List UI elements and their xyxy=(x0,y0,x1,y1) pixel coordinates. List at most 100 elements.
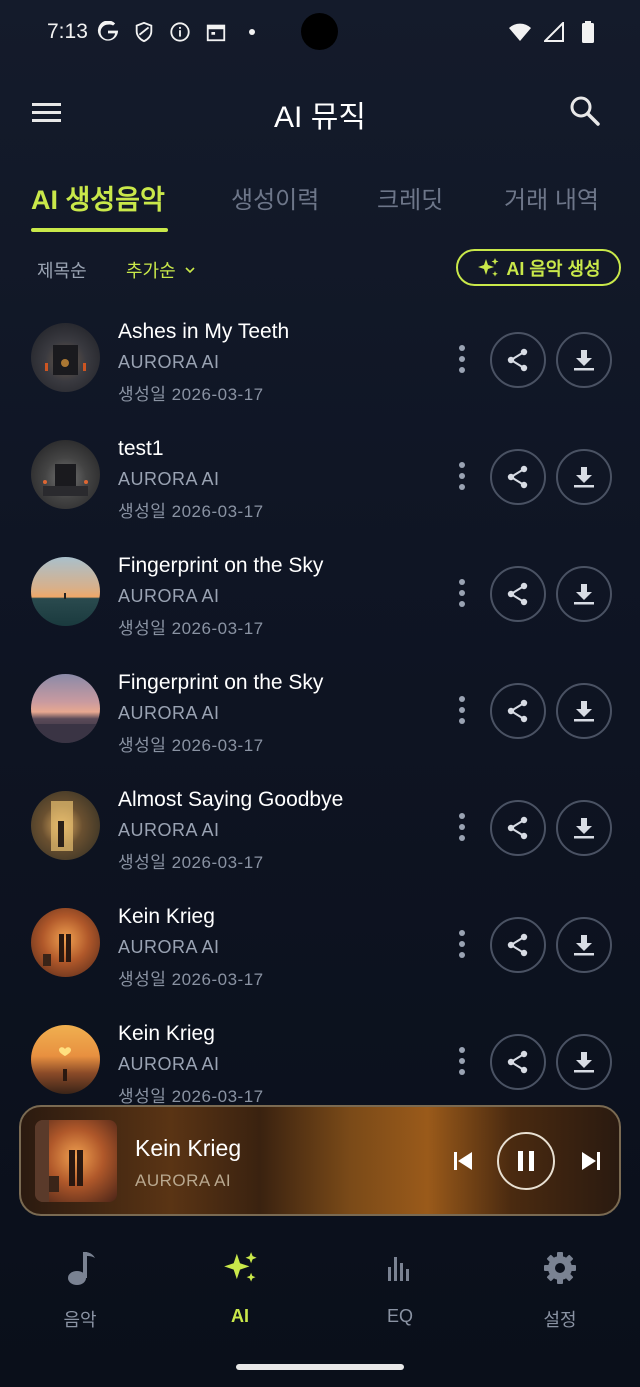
info-icon xyxy=(168,20,192,44)
share-button[interactable] xyxy=(490,683,546,739)
nav-eq-label: EQ xyxy=(386,1306,413,1326)
album-art xyxy=(31,1025,100,1094)
track-date: 생성일 2026-03-17 xyxy=(118,385,264,404)
gear-icon xyxy=(500,1246,620,1290)
sparkle-icon xyxy=(180,1246,300,1290)
skip-next-icon[interactable] xyxy=(577,1147,605,1175)
more-options-icon[interactable] xyxy=(452,345,472,373)
download-button[interactable] xyxy=(556,332,612,388)
share-button[interactable] xyxy=(490,332,546,388)
sort-by-added[interactable]: 추가순 xyxy=(126,257,196,283)
track-artist: AURORA AI xyxy=(118,586,220,606)
list-item[interactable]: Fingerprint on the Sky AURORA AI 생성일 202… xyxy=(0,652,640,769)
download-button[interactable] xyxy=(556,917,612,973)
share-icon xyxy=(507,582,528,606)
share-icon xyxy=(507,1050,528,1074)
tab-credits[interactable]: 크레딧 xyxy=(377,180,443,215)
equalizer-icon xyxy=(340,1246,460,1290)
more-options-icon[interactable] xyxy=(452,813,472,841)
status-icons-right xyxy=(508,20,600,44)
track-artist: AURORA AI xyxy=(118,820,220,840)
generate-button-label: AI 음악 생성 xyxy=(506,258,601,279)
download-button[interactable] xyxy=(556,800,612,856)
app-bar: AI 뮤직 xyxy=(0,80,640,144)
nav-ai[interactable]: AI xyxy=(180,1246,300,1327)
dot-icon xyxy=(240,20,264,44)
status-time: 7:13 xyxy=(47,20,88,43)
download-icon xyxy=(574,350,594,371)
track-date: 생성일 2026-03-17 xyxy=(118,736,264,755)
tab-generation-history[interactable]: 생성이력 xyxy=(231,180,319,215)
tab-transaction-history[interactable]: 거래 내역 xyxy=(504,180,599,215)
track-title: Kein Krieg xyxy=(118,905,215,928)
download-button[interactable] xyxy=(556,566,612,622)
track-title: Ashes in My Teeth xyxy=(118,320,290,343)
list-item[interactable]: Kein Krieg AURORA AI 생성일 2026-03-17 xyxy=(0,1003,640,1120)
track-artist: AURORA AI xyxy=(118,352,220,372)
track-title: Fingerprint on the Sky xyxy=(118,554,324,577)
sort-by-title[interactable]: 제목순 xyxy=(37,257,87,283)
track-title: Almost Saying Goodbye xyxy=(118,788,344,811)
track-date: 생성일 2026-03-17 xyxy=(118,853,264,872)
list-item[interactable]: Almost Saying Goodbye AURORA AI 생성일 2026… xyxy=(0,769,640,886)
list-item[interactable]: test1 AURORA AI 생성일 2026-03-17 xyxy=(0,418,640,535)
search-icon[interactable] xyxy=(568,94,602,128)
track-artist: AURORA AI xyxy=(118,1054,220,1074)
skip-previous-icon[interactable] xyxy=(449,1147,477,1175)
track-artist: AURORA AI xyxy=(118,469,220,489)
player-track-title: Kein Krieg xyxy=(135,1135,242,1161)
track-date: 생성일 2026-03-17 xyxy=(118,502,264,521)
active-tab-indicator xyxy=(31,228,168,232)
status-bar: 7:13 xyxy=(0,0,640,64)
list-item[interactable]: Ashes in My Teeth AURORA AI 생성일 2026-03-… xyxy=(0,301,640,418)
tab-ai-generated-music[interactable]: AI 생성음악 xyxy=(31,178,165,217)
bottom-navigation: 음악 AI EQ 설정 xyxy=(0,1240,640,1340)
status-icons-left xyxy=(96,20,264,44)
more-options-icon[interactable] xyxy=(452,579,472,607)
download-button[interactable] xyxy=(556,683,612,739)
share-button[interactable] xyxy=(490,1034,546,1090)
download-icon xyxy=(574,1052,594,1073)
more-options-icon[interactable] xyxy=(452,696,472,724)
battery-icon xyxy=(576,20,600,44)
pause-button[interactable] xyxy=(497,1132,555,1190)
download-icon xyxy=(574,467,594,488)
ai-music-generate-button[interactable]: AI 음악 생성 xyxy=(456,249,621,286)
nav-settings[interactable]: 설정 xyxy=(500,1246,620,1332)
more-options-icon[interactable] xyxy=(452,462,472,490)
nav-music[interactable]: 음악 xyxy=(20,1246,140,1332)
nav-eq[interactable]: EQ xyxy=(340,1246,460,1327)
share-icon xyxy=(507,465,528,489)
more-options-icon[interactable] xyxy=(452,930,472,958)
share-icon xyxy=(507,348,528,372)
track-title: test1 xyxy=(118,437,164,460)
download-icon xyxy=(574,818,594,839)
calendar-icon xyxy=(204,20,228,44)
track-date: 생성일 2026-03-17 xyxy=(118,970,264,989)
list-item[interactable]: Kein Krieg AURORA AI 생성일 2026-03-17 xyxy=(0,886,640,1003)
share-button[interactable] xyxy=(490,917,546,973)
share-icon xyxy=(507,699,528,723)
tab-bar: AI 생성음악 생성이력 크레딧 거래 내역 xyxy=(0,176,640,236)
track-artist: AURORA AI xyxy=(118,937,220,957)
download-button[interactable] xyxy=(556,449,612,505)
download-button[interactable] xyxy=(556,1034,612,1090)
player-track-artist: AURORA AI xyxy=(135,1171,232,1190)
album-art xyxy=(31,908,100,977)
home-indicator[interactable] xyxy=(236,1364,404,1370)
music-note-icon xyxy=(20,1246,140,1290)
mini-player[interactable]: Kein Krieg AURORA AI xyxy=(19,1105,621,1216)
share-icon xyxy=(507,933,528,957)
google-icon xyxy=(96,20,120,44)
share-button[interactable] xyxy=(490,449,546,505)
share-button[interactable] xyxy=(490,800,546,856)
pause-icon xyxy=(518,1151,534,1171)
camera-cutout xyxy=(301,13,338,50)
list-item[interactable]: Fingerprint on the Sky AURORA AI 생성일 202… xyxy=(0,535,640,652)
more-options-icon[interactable] xyxy=(452,1047,472,1075)
share-button[interactable] xyxy=(490,566,546,622)
nav-music-label: 음악 xyxy=(63,1310,97,1330)
album-art xyxy=(31,557,100,626)
album-art xyxy=(31,440,100,509)
download-icon xyxy=(574,701,594,722)
